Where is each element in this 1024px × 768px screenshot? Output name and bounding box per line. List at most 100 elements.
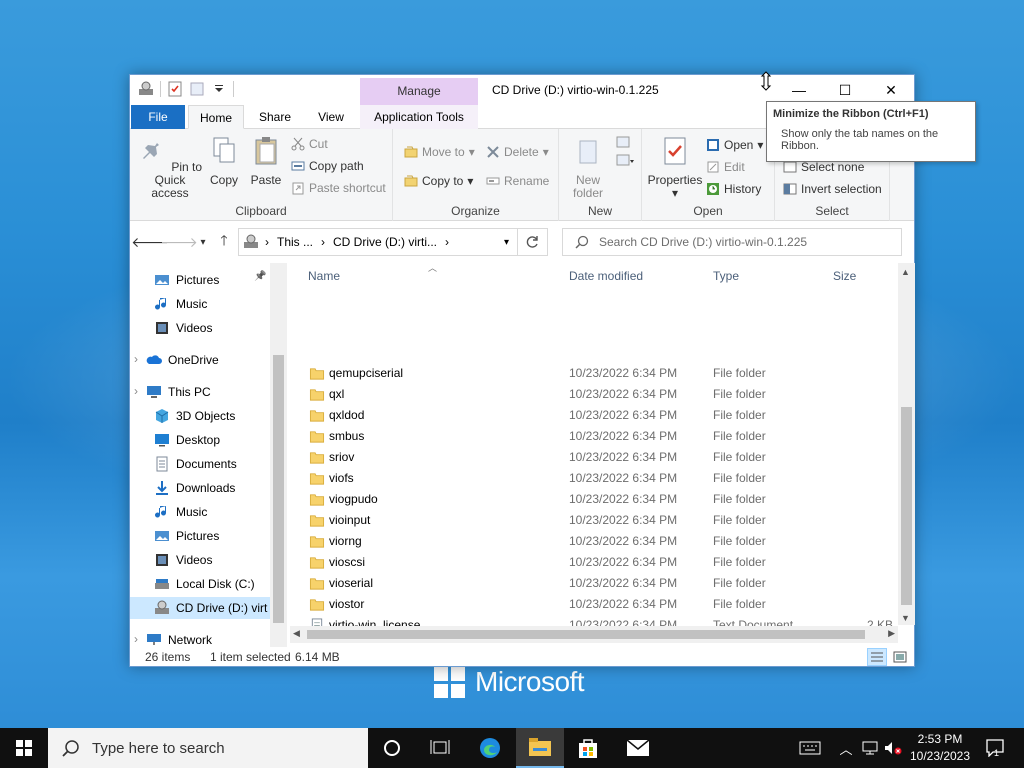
select-none-button[interactable]: Select none [783, 160, 864, 174]
nav-pane-scrollbar[interactable] [270, 263, 287, 647]
tab-application-tools[interactable]: Application Tools [360, 105, 478, 129]
new-folder-qat-icon[interactable] [189, 81, 205, 97]
column-header-type[interactable]: Type [713, 263, 739, 289]
sidebar-item-videos[interactable]: Videos [154, 549, 212, 571]
sidebar-item-onedrive[interactable]: OneDrive [146, 349, 219, 371]
file-explorer-taskbar-button[interactable] [516, 728, 564, 768]
scroll-down-arrow-icon[interactable]: ▼ [901, 613, 910, 623]
back-button[interactable]: 🡐 [131, 232, 169, 252]
paste-shortcut-button[interactable]: Paste shortcut [291, 181, 386, 195]
edge-taskbar-button[interactable] [466, 728, 514, 768]
properties-button[interactable]: Properties ▾ [646, 135, 704, 200]
sidebar-item-documents[interactable]: Documents [154, 453, 237, 475]
details-view-button[interactable] [867, 648, 887, 666]
column-header-size[interactable]: Size [833, 263, 856, 289]
sidebar-item-network[interactable]: Network [146, 629, 212, 645]
search-box[interactable]: Search CD Drive (D:) virtio-win-0.1.225 [562, 228, 902, 256]
tab-file[interactable]: File [131, 105, 185, 129]
sidebar-item-cd-drive-d-virt[interactable]: CD Drive (D:) virt [130, 597, 270, 619]
copy-to-button[interactable]: Copy to ▾ [404, 174, 473, 188]
address-bar[interactable]: › This ... › CD Drive (D:) virti... › ▾ [238, 228, 518, 256]
tab-share[interactable]: Share [250, 105, 300, 129]
file-list-scroll-thumb[interactable] [901, 407, 912, 605]
file-row[interactable]: sriov 10/23/2022 6:34 PM File folder [304, 447, 898, 468]
mail-taskbar-button[interactable] [614, 728, 662, 768]
cd-drive-icon [244, 234, 258, 248]
expand-onedrive-chevron-icon[interactable]: › [134, 352, 138, 366]
keyboard-tray-button[interactable] [796, 728, 824, 768]
customize-qat-icon[interactable] [211, 81, 227, 97]
cortana-button[interactable] [368, 728, 416, 768]
sidebar-item-downloads[interactable]: Downloads [154, 477, 235, 499]
taskbar-search[interactable]: Type here to search [48, 728, 368, 768]
scroll-left-arrow-icon[interactable]: ◀ [293, 628, 300, 639]
sidebar-item-pictures[interactable]: Pictures [154, 269, 219, 291]
cut-button[interactable]: Cut [291, 137, 328, 151]
file-row[interactable]: qxl 10/23/2022 6:34 PM File folder [304, 384, 898, 405]
move-to-button[interactable]: Move to ▾ [404, 145, 475, 159]
network-tray-button[interactable] [860, 728, 880, 768]
sidebar-item-this-pc[interactable]: This PC [146, 381, 211, 403]
file-row[interactable]: vioinput 10/23/2022 6:34 PM File folder [304, 510, 898, 531]
scroll-right-arrow-icon[interactable]: ▶ [888, 628, 895, 639]
column-header-date[interactable]: Date modified [569, 263, 643, 289]
file-row[interactable]: vioscsi 10/23/2022 6:34 PM File folder [304, 552, 898, 573]
large-icons-view-button[interactable] [890, 648, 910, 666]
paste-button[interactable]: Paste [248, 135, 284, 187]
file-list-scrollbar[interactable]: ▲ ▼ [898, 263, 915, 625]
history-button[interactable]: History [706, 182, 761, 196]
store-taskbar-button[interactable] [564, 728, 612, 768]
pin-to-quick-access-button[interactable]: Pin to Quick access [137, 135, 203, 200]
task-view-button[interactable] [416, 728, 464, 768]
tab-view[interactable]: View [306, 105, 356, 129]
expand-network-chevron-icon[interactable]: › [134, 632, 138, 645]
new-folder-button[interactable]: New folder [564, 135, 612, 200]
file-explorer-window[interactable]: Manage CD Drive (D:) virtio-win-0.1.225 … [129, 74, 915, 667]
breadcrumb-this-pc[interactable]: This ... [277, 235, 313, 249]
breadcrumb-cd-drive[interactable]: CD Drive (D:) virti... [333, 235, 437, 249]
sidebar-item-3d-objects[interactable]: 3D Objects [154, 405, 235, 427]
rename-button[interactable]: Rename [486, 174, 549, 188]
sidebar-item-videos[interactable]: Videos [154, 317, 212, 339]
delete-button[interactable]: Delete ▾ [486, 145, 549, 159]
horizontal-scrollbar[interactable]: ◀ ▶ [290, 626, 898, 643]
sidebar-item-local-disk-c[interactable]: Local Disk (C:) [154, 573, 255, 595]
show-hidden-icons-button[interactable]: ︿ [836, 728, 856, 768]
sidebar-item-desktop[interactable]: Desktop [154, 429, 220, 451]
tab-manage[interactable]: Manage [360, 78, 478, 105]
file-row[interactable]: viofs 10/23/2022 6:34 PM File folder [304, 468, 898, 489]
edit-button[interactable]: Edit [706, 160, 745, 174]
expand-this-pc-chevron-icon[interactable]: › [134, 384, 138, 398]
file-row[interactable]: qxldod 10/23/2022 6:34 PM File folder [304, 405, 898, 426]
file-row[interactable]: viogpudo 10/23/2022 6:34 PM File folder [304, 489, 898, 510]
file-row[interactable]: smbus 10/23/2022 6:34 PM File folder [304, 426, 898, 447]
copy-path-button[interactable]: Copy path [291, 159, 364, 173]
sidebar-item-pictures[interactable]: Pictures [154, 525, 219, 547]
horizontal-scroll-thumb[interactable] [307, 630, 865, 639]
taskbar-clock[interactable]: 2:53 PM 10/23/2023 [908, 731, 972, 765]
sidebar-item-music[interactable]: Music [154, 501, 207, 523]
up-button[interactable]: 🡑 [214, 232, 234, 252]
notification-center-button[interactable]: 1 [980, 728, 1012, 768]
start-button[interactable] [0, 728, 48, 768]
file-row[interactable]: vioserial 10/23/2022 6:34 PM File folder [304, 573, 898, 594]
properties-icon[interactable] [167, 81, 183, 97]
file-row[interactable]: viorng 10/23/2022 6:34 PM File folder [304, 531, 898, 552]
forward-button[interactable]: 🡒 [160, 232, 198, 252]
copy-button[interactable]: Copy [206, 135, 242, 187]
scroll-up-arrow-icon[interactable]: ▲ [901, 267, 910, 277]
volume-tray-button[interactable] [882, 728, 904, 768]
file-row[interactable]: viostor 10/23/2022 6:34 PM File folder [304, 594, 898, 615]
open-button[interactable]: Open ▾ [706, 138, 763, 152]
recent-locations-button[interactable]: ▾ [193, 232, 213, 252]
column-header-name[interactable]: Name [308, 263, 340, 289]
nav-scroll-thumb[interactable] [273, 355, 284, 623]
new-item-icon[interactable] [615, 135, 635, 171]
sidebar-item-music[interactable]: Music [154, 293, 207, 315]
address-dropdown-button[interactable]: ▾ [504, 237, 509, 248]
copy-to-icon [404, 175, 418, 187]
refresh-button[interactable] [518, 228, 548, 256]
tab-home[interactable]: Home [188, 105, 244, 129]
file-row[interactable]: qemupciserial 10/23/2022 6:34 PM File fold… [304, 363, 898, 384]
invert-selection-button[interactable]: Invert selection [783, 182, 882, 196]
